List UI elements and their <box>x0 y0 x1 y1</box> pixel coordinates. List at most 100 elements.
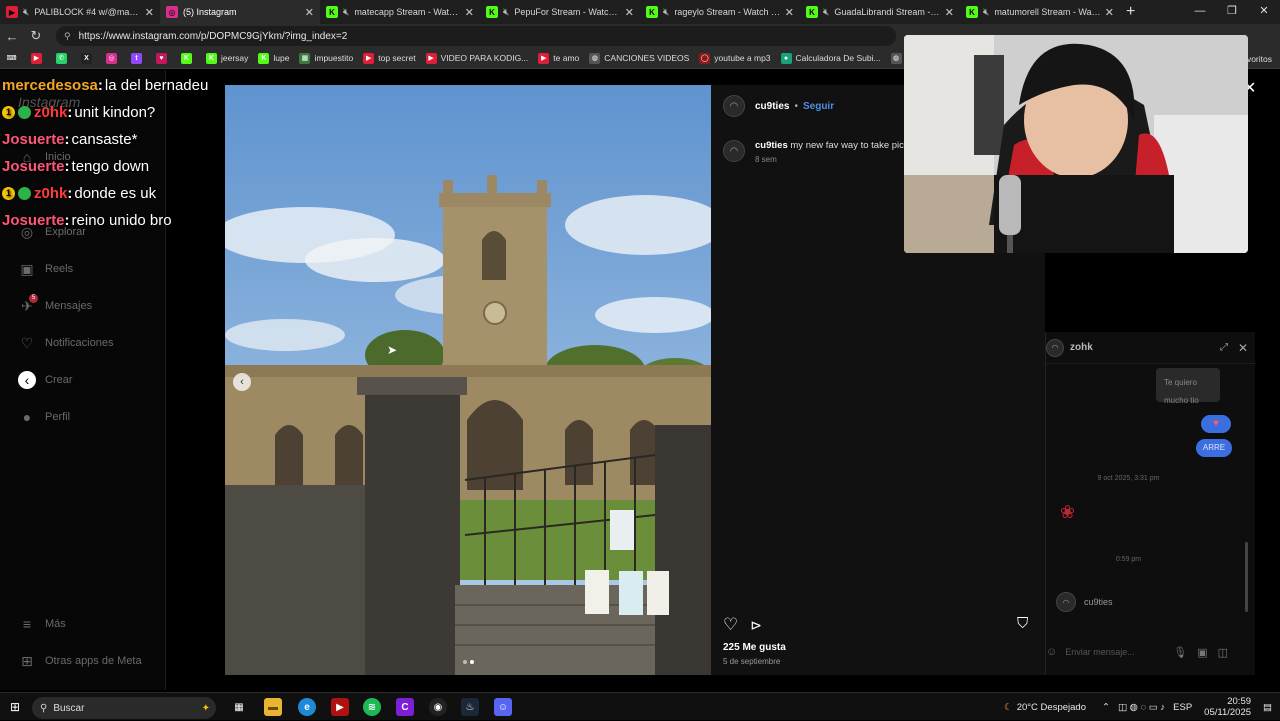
dm-scrollbar[interactable] <box>1245 542 1248 612</box>
bookmark-item[interactable]: ▶ te amo <box>538 52 579 64</box>
expand-icon[interactable]: ⤢ <box>1220 342 1228 353</box>
muted-speaker-icon[interactable]: 🔇︎ <box>503 7 509 18</box>
close-tab-icon[interactable]: ✕ <box>785 6 794 19</box>
close-tab-icon[interactable]: ✕ <box>625 6 634 19</box>
url-field[interactable]: ⚲ https://www.instagram.com/p/DOPMC9GjYk… <box>56 26 896 46</box>
muted-speaker-icon[interactable]: 🔇︎ <box>23 7 29 18</box>
follow-button[interactable]: Seguir <box>803 101 834 112</box>
close-window-icon[interactable]: ✕ <box>1248 0 1280 24</box>
spotify-icon[interactable]: ≋ <box>363 698 381 716</box>
sent-message-bubble[interactable]: ARRE <box>1196 439 1232 457</box>
emoji-icon[interactable]: ☺ <box>1046 646 1057 658</box>
dm-avatar[interactable]: ◠ <box>1046 338 1064 357</box>
bookmark-item[interactable]: K <box>181 52 196 64</box>
language-indicator[interactable]: ESP <box>1173 702 1192 713</box>
likes-count[interactable]: 225 Me gusta <box>723 642 786 653</box>
author-avatar[interactable]: ◠ <box>723 95 745 117</box>
other-bookmarks-label[interactable]: voritos <box>1247 54 1272 64</box>
sent-heart-bubble[interactable]: ♥ <box>1201 415 1231 433</box>
steam-icon[interactable]: ♨ <box>461 698 479 716</box>
chat-username[interactable]: Josuerte <box>2 126 65 153</box>
bookmark-item[interactable]: t <box>131 52 146 64</box>
app-c-icon[interactable]: C <box>396 698 414 716</box>
clock[interactable]: 20:59 05/11/2025 <box>1204 696 1251 718</box>
sidebar-item-perfil[interactable]: ● Perfil <box>18 408 70 426</box>
bookmark-item[interactable]: Klupe <box>258 52 289 64</box>
browser-tab[interactable]: ▶ 🔇︎ PALIBLOCK #4 w/@matumo ✕ <box>0 0 160 24</box>
like-heart-icon[interactable]: ♡ <box>723 615 738 635</box>
task-view-icon[interactable]: ▦ <box>230 698 248 716</box>
image-icon[interactable]: ▣ <box>1197 646 1207 659</box>
close-tab-icon[interactable]: ✕ <box>1105 6 1114 19</box>
app-record-icon[interactable]: ◉ <box>429 698 447 716</box>
sidebar-bottom-item[interactable]: ≡ Más <box>18 615 66 633</box>
restore-icon[interactable]: ❐ <box>1216 0 1248 24</box>
bookmark-item[interactable]: ✆ <box>56 52 71 64</box>
dm-contact-name[interactable]: zohk <box>1070 342 1093 353</box>
back-icon[interactable]: ← <box>0 29 24 44</box>
bookmark-item[interactable]: ◎ <box>106 52 121 64</box>
muted-speaker-icon[interactable]: 🔇︎ <box>823 7 829 18</box>
browser-tab[interactable]: K 🔇︎ rageylo Stream - Watch Live ✕ <box>640 0 800 24</box>
tray-chevron-icon[interactable]: ⌃ <box>1102 702 1110 713</box>
carousel-prev-button[interactable]: ‹ <box>233 373 251 391</box>
bookmark-item[interactable]: ● Calculadora De Subi... <box>780 52 881 64</box>
close-dm-icon[interactable]: ✕ <box>1238 341 1248 355</box>
bookmark-item[interactable]: ▶ VIDEO PARA KODIG... <box>425 52 528 64</box>
reload-icon[interactable]: ↻ <box>24 28 48 44</box>
chat-username[interactable]: z0hk <box>34 99 67 126</box>
bookmark-item[interactable]: ◍ CANCIONES VIDEOS <box>589 52 689 64</box>
taskbar-search[interactable]: ⚲ Buscar ✦ <box>32 697 216 719</box>
dm-contact-row[interactable]: ◠ cu9ties <box>1056 592 1113 612</box>
caption-username[interactable]: cu9ties <box>755 140 788 151</box>
save-bookmark-icon[interactable]: ⛉ <box>1017 615 1028 632</box>
browser-tab[interactable]: ◎ (5) Instagram ✕ <box>160 0 320 24</box>
discord-icon[interactable]: ☺ <box>494 698 512 716</box>
new-tab-icon[interactable]: + <box>1126 3 1135 21</box>
minimize-icon[interactable]: — <box>1184 0 1216 24</box>
bookmark-item[interactable]: ⌨ <box>6 52 21 64</box>
weather-icon[interactable]: ☾ <box>1004 702 1013 713</box>
close-tab-icon[interactable]: ✕ <box>305 6 314 19</box>
bookmark-item[interactable]: ♥ <box>156 52 171 64</box>
share-icon[interactable]: ⊳ <box>750 617 762 634</box>
microphone-icon[interactable]: 🎙︎ <box>1173 646 1187 659</box>
rose-sticker-icon[interactable]: ❀ <box>1060 502 1075 523</box>
bookmark-item[interactable]: ▶ top secret <box>363 52 416 64</box>
notifications-icon[interactable]: ▤ <box>1263 702 1272 713</box>
muted-speaker-icon[interactable]: 🔇︎ <box>343 7 349 18</box>
close-tab-icon[interactable]: ✕ <box>465 6 474 19</box>
muted-speaker-icon[interactable]: 🔇︎ <box>983 7 989 18</box>
start-windows-icon[interactable]: ⊞ <box>10 700 20 714</box>
author-username[interactable]: cu9ties <box>755 101 789 112</box>
message-input[interactable]: Enviar mensaje... <box>1065 647 1135 657</box>
sidebar-item-reels[interactable]: ▣ Reels <box>18 260 73 278</box>
shared-media-thumb[interactable]: Te quiero mucho tio <box>1156 368 1220 405</box>
sidebar-item-crear[interactable]: ‹ Crear <box>18 371 73 389</box>
browser-tab[interactable]: K 🔇︎ PepuFor Stream - Watch Live ✕ <box>480 0 640 24</box>
bookmark-item[interactable]: X <box>81 52 96 64</box>
browser-tab[interactable]: K 🔇︎ GuadaLibrandi Stream - Wat ✕ <box>800 0 960 24</box>
sidebar-item-notificaciones[interactable]: ♡ Notificaciones <box>18 334 114 352</box>
bookmark-item[interactable]: Kjeersay <box>206 52 248 64</box>
sidebar-item-mensajes[interactable]: ✈ Mensajes 5 <box>18 294 92 315</box>
close-tab-icon[interactable]: ✕ <box>945 6 954 19</box>
edge-icon[interactable]: e <box>298 698 316 716</box>
chat-username[interactable]: mercedesosa <box>2 72 98 99</box>
site-info-icon[interactable]: ⚲ <box>64 31 71 42</box>
sticker-icon[interactable]: ◫ <box>1218 646 1228 659</box>
muted-speaker-icon[interactable]: 🔇︎ <box>663 7 669 18</box>
file-explorer-icon[interactable]: ▬ <box>264 698 282 716</box>
chat-username[interactable]: Josuerte <box>2 207 65 234</box>
post-photo[interactable]: ‹ ➤ <box>225 85 711 675</box>
browser-tab[interactable]: K 🔇︎ matumorell Stream - Watch ✕ <box>960 0 1120 24</box>
app-icon[interactable]: ▶ <box>331 698 349 716</box>
bookmark-item[interactable]: ▶ <box>31 52 46 64</box>
weather-text[interactable]: 20°C Despejado <box>1017 702 1086 713</box>
browser-tab[interactable]: K 🔇︎ matecapp Stream - Watch Li ✕ <box>320 0 480 24</box>
caption-avatar[interactable]: ◠ <box>723 140 745 162</box>
chat-username[interactable]: z0hk <box>34 180 67 207</box>
sidebar-bottom-item[interactable]: ⊞ Otras apps de Meta <box>18 652 141 670</box>
close-tab-icon[interactable]: ✕ <box>145 6 154 19</box>
bookmark-item[interactable]: ◯ youtube a mp3 <box>699 52 771 64</box>
